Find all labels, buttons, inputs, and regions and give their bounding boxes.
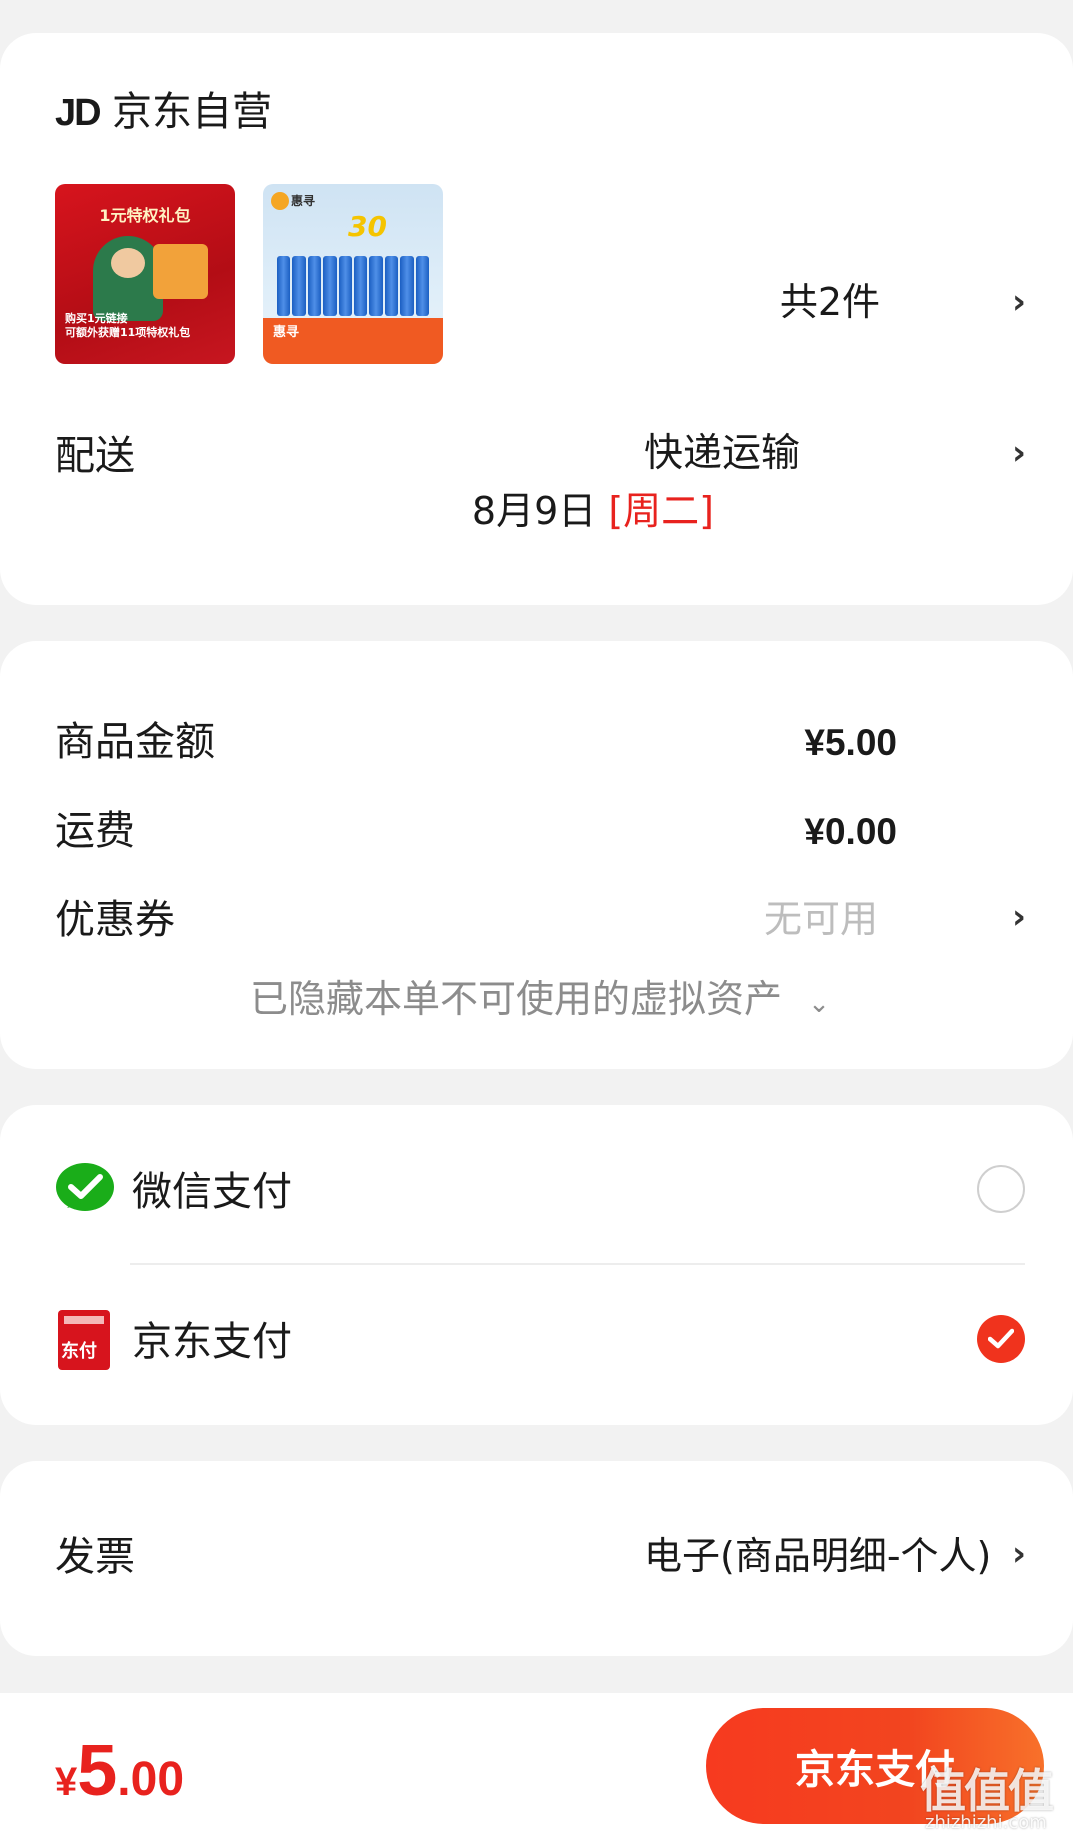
goods-amount-value: ¥5.00 <box>804 722 897 763</box>
payment-option-label[interactable]: 京东支付 <box>132 1322 292 1362</box>
delivery-weekday: [周二] <box>608 489 714 533</box>
thumbnail-brand: 惠寻 <box>291 194 316 208</box>
wechat-pay-radio[interactable] <box>977 1165 1025 1213</box>
delivery-label: 配送 <box>55 433 135 479</box>
jd-pay-icon-stripe <box>64 1316 104 1324</box>
brand-badge-icon <box>271 192 289 210</box>
coupon-label: 优惠券 <box>55 897 175 943</box>
payment-option-label[interactable]: 微信支付 <box>132 1172 292 1212</box>
hidden-assets-toggle[interactable]: 已隐藏本单不可使用的虚拟资产 ⌄ <box>250 980 830 1018</box>
invoice-value[interactable]: 电子(商品明细-个人) <box>644 1537 991 1575</box>
item-count[interactable]: 共2件 <box>780 283 880 321</box>
delivery-method[interactable]: 快递运输 <box>644 434 800 473</box>
order-total: ¥5.00 <box>55 1735 184 1807</box>
total-currency: ¥ <box>55 1760 78 1804</box>
chevron-right-icon[interactable]: › <box>1012 285 1026 319</box>
delivery-date: 8月9日 [周二] <box>472 492 714 530</box>
product-thumbnail-gift-pack[interactable]: 1元特权礼包 购买1元链接 可额外获赠11项特权礼包 <box>55 184 235 364</box>
jd-pay-radio-checked[interactable] <box>977 1315 1025 1363</box>
chevron-right-icon[interactable]: › <box>1012 1537 1026 1571</box>
check-icon <box>988 1328 1014 1349</box>
thumbnail-badge: 30 <box>348 210 387 243</box>
wechat-pay-icon <box>55 1160 115 1220</box>
goods-amount-label: 商品金额 <box>55 719 215 765</box>
payment-card <box>0 1105 1073 1425</box>
delivery-date-text: 8月9日 <box>471 489 597 533</box>
coupon-value[interactable]: 无可用 <box>764 900 878 938</box>
jd-pay-icon: 东付 <box>58 1310 110 1370</box>
jd-pay-icon-text: 东付 <box>61 1341 97 1362</box>
thumbnail-subtitle: 购买1元链接 可额外获赠11项特权礼包 <box>65 312 191 339</box>
total-decimal: .00 <box>117 1753 185 1806</box>
total-integer: 5 <box>77 1731 118 1811</box>
jd-logo: JD <box>55 92 102 134</box>
shipping-value: ¥0.00 <box>804 811 897 852</box>
chevron-right-icon[interactable]: › <box>1012 436 1026 470</box>
store-name: 京东自营 <box>112 89 272 135</box>
invoice-label: 发票 <box>55 1534 135 1580</box>
divider <box>130 1263 1025 1265</box>
product-thumbnail-battery[interactable]: 惠寻 30 惠寻 <box>263 184 443 364</box>
hidden-assets-note: 已隐藏本单不可使用的虚拟资产 <box>250 977 783 1021</box>
chevron-right-icon[interactable]: › <box>1012 900 1026 934</box>
promo-bar-brand: 惠寻 <box>273 325 300 340</box>
thumbnail-title: 1元特权礼包 <box>99 206 191 225</box>
battery-image <box>277 256 430 316</box>
chevron-down-icon: ⌄ <box>808 989 830 1019</box>
shipping-label: 运费 <box>55 808 135 854</box>
watermark-domain: zhizhizhi.com <box>925 1812 1047 1833</box>
gift-box-icon <box>153 244 208 299</box>
